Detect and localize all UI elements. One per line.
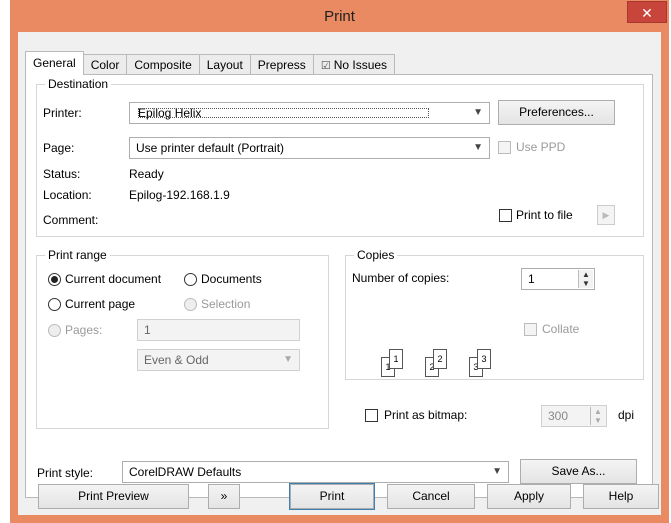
current-document-label: Current document <box>65 272 162 286</box>
print-as-bitmap-label: Print as bitmap: <box>384 408 468 422</box>
pages-input[interactable]: 1 <box>137 319 300 341</box>
print-preview-button[interactable]: Print Preview <box>38 484 189 509</box>
spin-arrows-icon[interactable]: ▲ ▼ <box>590 407 605 425</box>
pages-label: Pages: <box>65 323 103 337</box>
destination-title: Destination <box>45 77 112 91</box>
tab-issues[interactable]: ☑ No Issues <box>312 54 396 75</box>
documents-label: Documents <box>201 272 262 286</box>
print-button[interactable]: Print <box>289 483 375 510</box>
selection-label: Selection <box>201 297 251 311</box>
chevron-down-icon: ▼ <box>283 354 293 365</box>
double-chevron-right-icon: » <box>220 489 228 503</box>
collate-label: Collate <box>542 322 580 336</box>
even-odd-select[interactable]: Even & Odd ▼ <box>137 349 300 371</box>
collate-page: 1 <box>389 349 403 369</box>
tab-layout[interactable]: Layout <box>198 54 251 75</box>
page-select[interactable]: Use printer default (Portrait) ▼ <box>129 137 490 159</box>
current-page-radio[interactable] <box>48 298 61 311</box>
page-label: Page: <box>43 141 75 155</box>
tab-strip: General Color Composite Layout Prepress … <box>25 51 396 75</box>
chevron-down-icon: ▼ <box>473 142 483 153</box>
print-dialog-window: Print ✕ General Color Composite Layout P… <box>10 0 669 523</box>
copies-title: Copies <box>354 248 398 262</box>
selection-radio[interactable] <box>184 298 197 311</box>
print-style-value: CorelDRAW Defaults <box>129 465 242 479</box>
status-value: Ready <box>129 167 164 181</box>
window-title: Print <box>324 8 355 25</box>
tab-issues-label: No Issues <box>333 58 388 72</box>
expand-preview-button[interactable]: » <box>208 484 240 509</box>
general-panel: Destination Printer: Epilog Helix ▼ Pref… <box>25 74 653 498</box>
number-of-copies-label: Number of copies: <box>352 271 450 285</box>
documents-radio[interactable] <box>184 273 197 286</box>
chevron-down-icon: ▼ <box>473 107 483 118</box>
print-to-file-options-button[interactable]: ▶ <box>597 205 615 225</box>
number-of-copies-stepper[interactable]: 1 ▲ ▼ <box>521 268 595 290</box>
save-as-button[interactable]: Save As... <box>520 459 637 484</box>
spin-arrows-icon[interactable]: ▲ ▼ <box>578 270 593 288</box>
dpi-label: dpi <box>618 408 635 422</box>
pages-radio[interactable] <box>48 324 61 337</box>
current-page-label: Current page <box>65 297 136 311</box>
collate-page: 3 <box>477 349 491 369</box>
print-style-select[interactable]: CorelDRAW Defaults ▼ <box>122 461 509 483</box>
checklist-icon: ☑ <box>320 60 331 72</box>
bitmap-dpi-value: 300 <box>548 409 569 423</box>
page-value: Use printer default (Portrait) <box>136 141 285 155</box>
chevron-down-icon: ▼ <box>492 466 502 477</box>
status-label: Status: <box>43 167 81 181</box>
printer-select[interactable]: Epilog Helix ▼ <box>129 102 490 124</box>
collate-checkbox[interactable] <box>524 323 537 336</box>
printer-label: Printer: <box>43 106 82 120</box>
cancel-button[interactable]: Cancel <box>387 484 475 509</box>
apply-button[interactable]: Apply <box>487 484 571 509</box>
close-button[interactable]: ✕ <box>627 1 667 23</box>
bitmap-dpi-stepper[interactable]: 300 ▲ ▼ <box>541 405 607 427</box>
destination-group: Destination Printer: Epilog Helix ▼ Pref… <box>36 77 644 237</box>
collate-pages-icon: 1 1 2 2 3 3 <box>381 347 511 381</box>
tab-general[interactable]: General <box>25 51 84 75</box>
printer-value: Epilog Helix <box>136 106 431 120</box>
print-to-file-checkbox[interactable] <box>499 209 512 222</box>
dialog-body: General Color Composite Layout Prepress … <box>18 32 661 515</box>
even-odd-value: Even & Odd <box>144 353 209 367</box>
number-of-copies-value: 1 <box>528 272 535 286</box>
use-ppd-label: Use PPD <box>516 140 566 154</box>
preferences-button[interactable]: Preferences... <box>498 100 615 125</box>
location-value: Epilog-192.168.1.9 <box>129 188 230 202</box>
use-ppd-checkbox[interactable] <box>498 141 511 154</box>
tab-prepress[interactable]: Prepress <box>249 54 314 75</box>
print-range-title: Print range <box>45 248 110 262</box>
print-to-file-label: Print to file <box>516 208 573 222</box>
help-button[interactable]: Help <box>583 484 659 509</box>
print-style-label: Print style: <box>37 466 94 480</box>
collate-page: 2 <box>433 349 447 369</box>
tab-composite[interactable]: Composite <box>126 54 200 75</box>
current-document-radio[interactable] <box>48 273 61 286</box>
print-range-group: Print range Current document Documents C… <box>36 248 329 429</box>
close-icon: ✕ <box>641 5 653 21</box>
print-as-bitmap-checkbox[interactable] <box>365 409 378 422</box>
location-label: Location: <box>43 188 92 202</box>
comment-label: Comment: <box>43 213 99 227</box>
tab-color[interactable]: Color <box>82 54 128 75</box>
